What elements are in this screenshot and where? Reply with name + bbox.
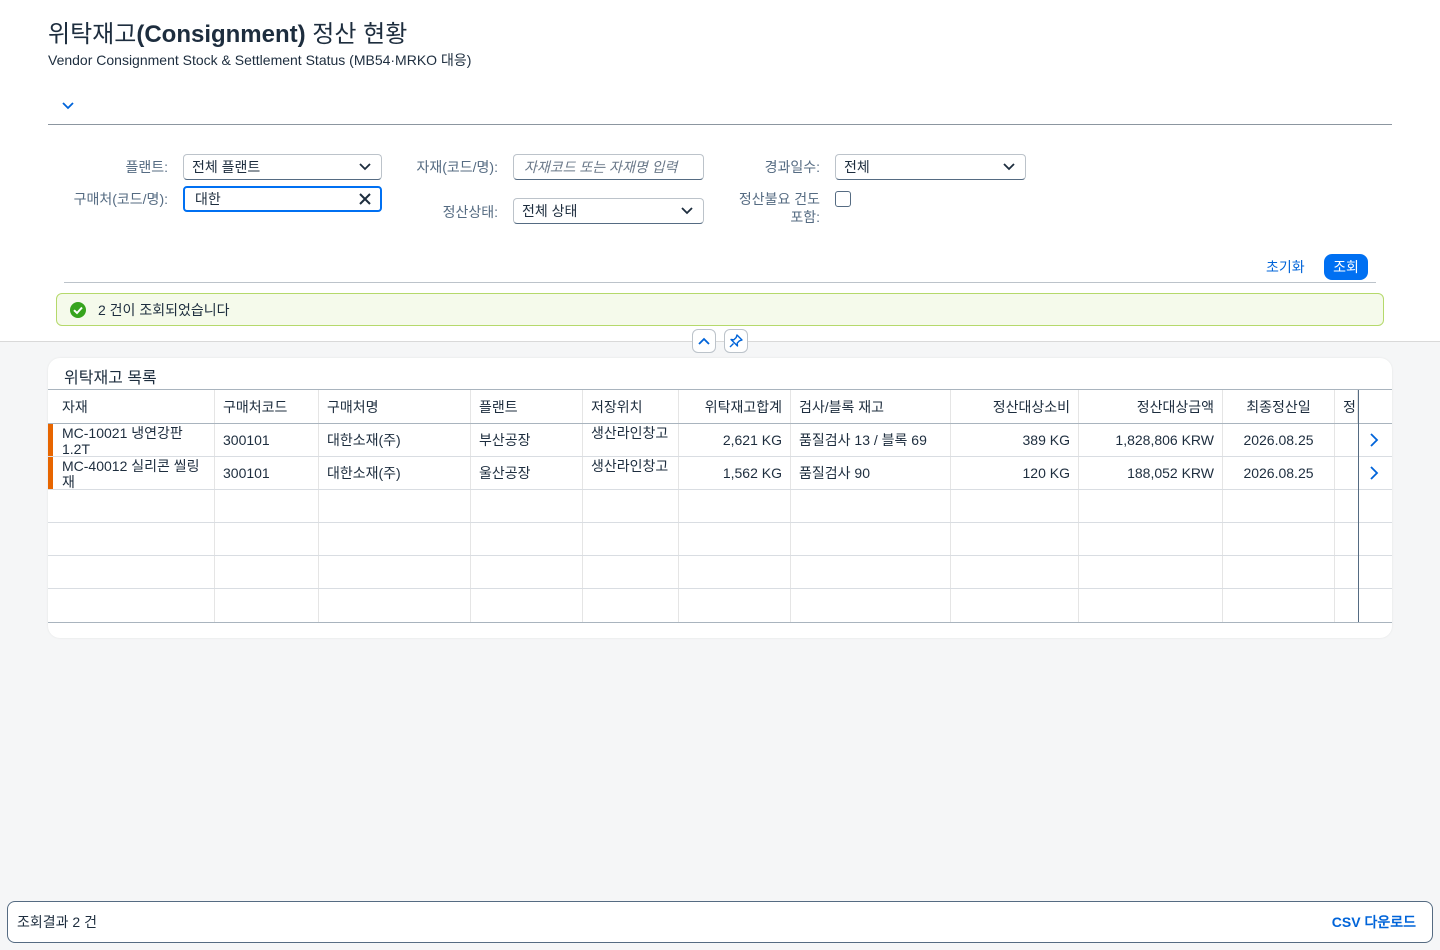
filter-collapse-toggle[interactable] (60, 98, 76, 114)
table-title: 위탁재고 목록 (64, 370, 157, 387)
cell-total: 2,621 KG (679, 424, 791, 456)
consignment-table: 자재 구매처코드 구매처명 플랜트 저장위치 위탁재고합계 검사/블록 재고 정… (48, 389, 1392, 623)
status-select-value: 전체 상태 (522, 203, 578, 219)
cell-plant: 울산공장 (471, 457, 583, 489)
col-header-inspection[interactable]: 검사/블록 재고 (791, 390, 951, 423)
result-count: 조회결과 2 건 (17, 914, 97, 930)
csv-download-button[interactable]: CSV 다운로드 (1332, 912, 1416, 932)
col-header-vendor-name[interactable]: 구매처명 (319, 390, 471, 423)
page-subtitle: Vendor Consignment Stock & Settlement St… (48, 52, 472, 68)
cell-amount: 188,052 KRW (1079, 457, 1223, 489)
success-message-strip: 2 건이 조회되었습니다 (56, 293, 1384, 326)
page-header: 위탁재고(Consignment) 정산 현황 Vendor Consignme… (0, 0, 1440, 342)
cell-plant: 부산공장 (471, 424, 583, 456)
col-header-settlement[interactable]: 정 (1335, 390, 1358, 423)
chevron-down-icon (681, 207, 693, 215)
cell-consumption: 389 KG (951, 424, 1079, 456)
pin-icon (729, 334, 743, 348)
cell-vendor-code: 300101 (215, 457, 319, 489)
cell-vendor-name: 대한소재(주) (319, 457, 471, 489)
empty-table-row (48, 589, 1392, 622)
elapsed-days-label: 경과일수: (764, 159, 820, 175)
reset-button[interactable]: 초기화 (1256, 256, 1315, 278)
status-select[interactable]: 전체 상태 (513, 198, 704, 224)
table-row[interactable]: MC-10021 냉연강판 1.2T 300101 대한소재(주) 부산공장 생… (48, 424, 1392, 457)
cell-inspection: 품질검사 90 (791, 457, 951, 489)
plant-select-value: 전체 플랜트 (192, 159, 261, 175)
material-input[interactable]: 자재코드 또는 자재명 입력 (513, 154, 704, 180)
col-header-total[interactable]: 위탁재고합계 (679, 390, 791, 423)
col-header-amount[interactable]: 정산대상금액 (1079, 390, 1223, 423)
col-header-last-date[interactable]: 최종정산일 (1223, 390, 1335, 423)
cell-last-date: 2026.08.25 (1223, 424, 1335, 456)
footer-toolbar: 조회결과 2 건 CSV 다운로드 (7, 901, 1433, 943)
status-label: 정산상태: (442, 204, 498, 220)
material-label: 자재(코드/명): (416, 159, 498, 175)
table-header-row: 자재 구매처코드 구매처명 플랜트 저장위치 위탁재고합계 검사/블록 재고 정… (48, 390, 1392, 424)
success-message-text: 2 건이 조회되었습니다 (98, 301, 230, 318)
cell-total: 1,562 KG (679, 457, 791, 489)
cell-vendor-code: 300101 (215, 424, 319, 456)
pin-header-button[interactable] (724, 329, 748, 353)
clear-icon[interactable] (358, 192, 372, 206)
filter-divider (64, 282, 1376, 283)
cell-storage: 생산라인창고 (583, 424, 679, 456)
cell-consumption: 120 KG (951, 457, 1079, 489)
cell-material: MC-40012 실리콘 씰링재 (54, 457, 215, 489)
plant-select[interactable]: 전체 플랜트 (183, 154, 382, 180)
col-header-consumption[interactable]: 정산대상소비 (951, 390, 1079, 423)
table-row[interactable]: MC-40012 실리콘 씰링재 300101 대한소재(주) 울산공장 생산라… (48, 457, 1392, 490)
vendor-input[interactable]: 대한 (183, 186, 382, 212)
empty-table-row (48, 523, 1392, 556)
success-icon (70, 301, 86, 318)
include-unsettled-checkbox[interactable] (835, 191, 851, 207)
col-header-storage[interactable]: 저장위치 (583, 390, 679, 423)
vendor-label: 구매처(코드/명): (73, 191, 168, 207)
empty-table-row (48, 490, 1392, 523)
col-header-vendor-code[interactable]: 구매처코드 (215, 390, 319, 423)
cell-vendor-name: 대한소재(주) (319, 424, 471, 456)
consignment-table-card: 위탁재고 목록 자재 구매처코드 구매처명 플랜트 저장위치 위탁재고합계 검사… (48, 358, 1392, 638)
elapsed-days-select[interactable]: 전체 (835, 154, 1026, 180)
page-title: 위탁재고(Consignment) 정산 현황 (48, 21, 408, 48)
chevron-down-icon (1003, 163, 1015, 171)
chevron-down-icon (62, 102, 74, 110)
collapse-header-button[interactable] (692, 329, 716, 353)
vendor-input-value: 대한 (195, 191, 221, 207)
chevron-right-icon[interactable] (1368, 466, 1380, 480)
cell-amount: 1,828,806 KRW (1079, 424, 1223, 456)
empty-table-row (48, 556, 1392, 589)
fixed-column-separator (1358, 390, 1359, 622)
chevron-up-icon (698, 337, 710, 345)
col-header-material[interactable]: 자재 (54, 390, 215, 423)
search-button[interactable]: 조회 (1324, 254, 1368, 280)
row-highlight-marker (48, 457, 53, 489)
cell-storage: 생산라인창고 (583, 457, 679, 489)
chevron-down-icon (359, 163, 371, 171)
header-divider (48, 124, 1392, 125)
cell-material: MC-10021 냉연강판 1.2T (54, 424, 215, 456)
col-header-plant[interactable]: 플랜트 (471, 390, 583, 423)
cell-inspection: 품질검사 13 / 블록 69 (791, 424, 951, 456)
chevron-right-icon[interactable] (1368, 433, 1380, 447)
elapsed-days-value: 전체 (844, 159, 870, 175)
include-unsettled-label: 정산불요 건도 포함: (738, 191, 820, 225)
row-highlight-marker (48, 424, 53, 456)
cell-last-date: 2026.08.25 (1223, 457, 1335, 489)
plant-label: 플랜트: (125, 159, 168, 175)
